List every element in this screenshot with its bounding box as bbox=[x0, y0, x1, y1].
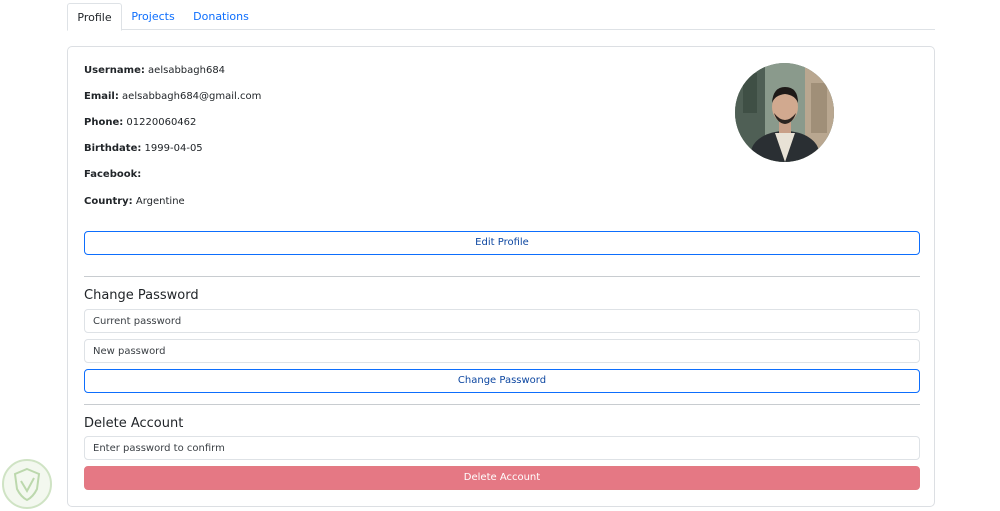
facebook-row: Facebook: bbox=[84, 169, 141, 180]
profile-tabs: Profile Projects Donations bbox=[67, 3, 935, 31]
delete-account-button[interactable]: Delete Account bbox=[84, 466, 920, 490]
change-password-button[interactable]: Change Password bbox=[84, 369, 920, 393]
section-divider bbox=[84, 404, 920, 405]
edit-profile-button[interactable]: Edit Profile bbox=[84, 231, 920, 255]
avatar bbox=[735, 63, 834, 162]
username-label: Username: bbox=[84, 65, 145, 76]
tab-projects[interactable]: Projects bbox=[127, 3, 179, 30]
country-label: Country: bbox=[84, 196, 133, 207]
email-label: Email: bbox=[84, 91, 119, 102]
username-value: aelsabbagh684 bbox=[148, 65, 226, 76]
phone-row: Phone: 01220060462 bbox=[84, 117, 196, 128]
delete-account-title: Delete Account bbox=[84, 416, 184, 431]
country-row: Country: Argentine bbox=[84, 196, 185, 207]
avatar-photo-icon bbox=[735, 63, 834, 162]
email-value: aelsabbagh684@gmail.com bbox=[122, 91, 262, 102]
current-password-input[interactable] bbox=[84, 309, 920, 333]
section-divider bbox=[84, 276, 920, 277]
confirm-password-input[interactable] bbox=[84, 436, 920, 460]
birthdate-row: Birthdate: 1999-04-05 bbox=[84, 143, 203, 154]
profile-card: Username: aelsabbagh684 Email: aelsabbag… bbox=[67, 46, 935, 507]
watermark-logo-icon bbox=[2, 459, 52, 509]
country-value: Argentine bbox=[135, 196, 185, 207]
phone-value: 01220060462 bbox=[126, 117, 197, 128]
change-password-title: Change Password bbox=[84, 288, 199, 303]
phone-label: Phone: bbox=[84, 117, 124, 128]
birthdate-value: 1999-04-05 bbox=[144, 143, 203, 154]
new-password-input[interactable] bbox=[84, 339, 920, 363]
username-row: Username: aelsabbagh684 bbox=[84, 65, 225, 76]
email-row: Email: aelsabbagh684@gmail.com bbox=[84, 91, 261, 102]
tab-donations[interactable]: Donations bbox=[189, 3, 253, 30]
tab-profile[interactable]: Profile bbox=[67, 3, 122, 31]
facebook-label: Facebook: bbox=[84, 169, 142, 180]
shield-icon bbox=[13, 467, 41, 502]
birthdate-label: Birthdate: bbox=[84, 143, 142, 154]
